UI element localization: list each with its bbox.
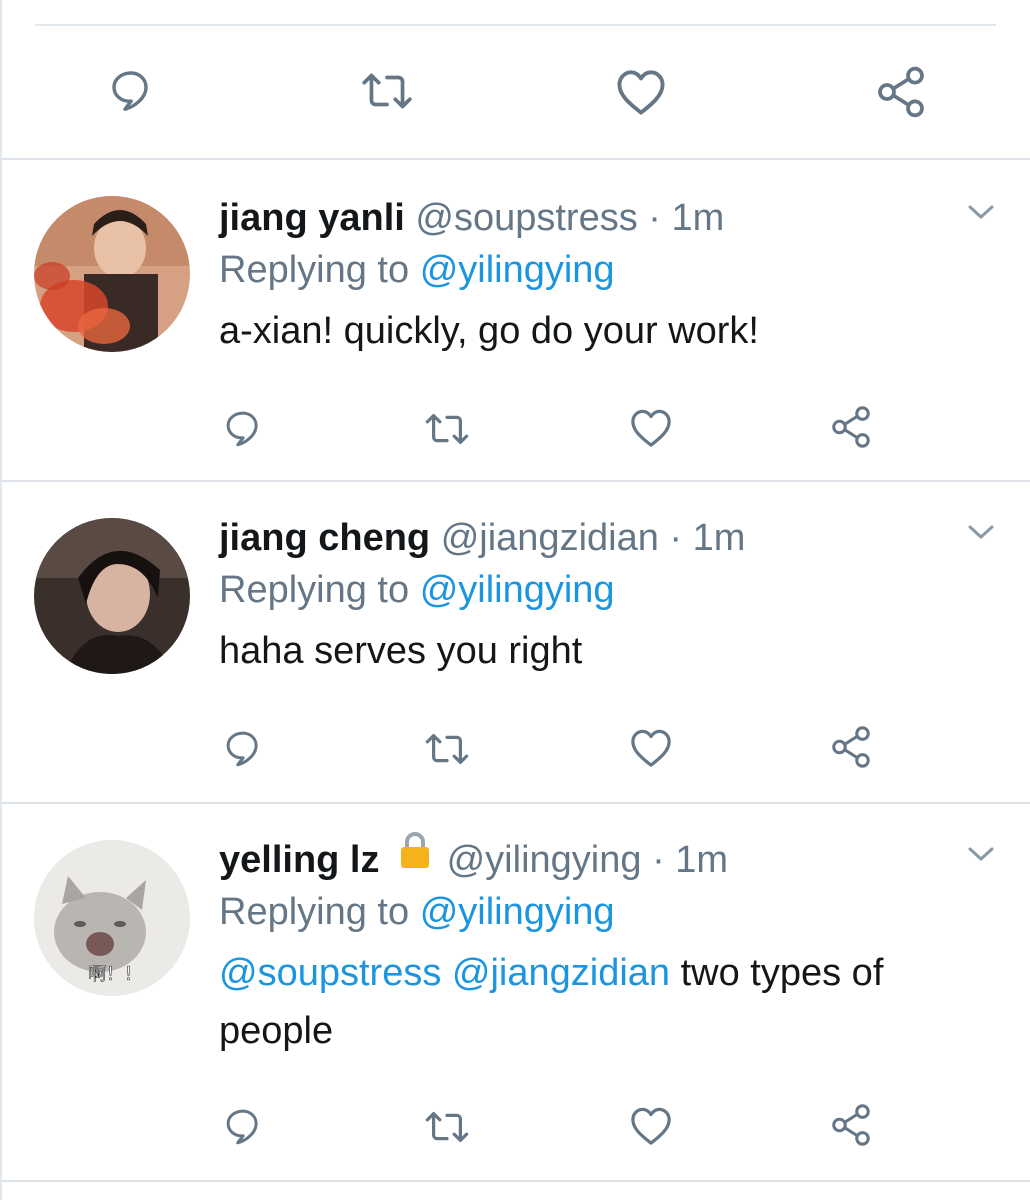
separator-dot: · <box>669 517 683 559</box>
replying-to: Replying to @yilingying <box>219 240 615 300</box>
like-icon[interactable] <box>613 66 669 116</box>
replying-to-mention[interactable]: @yilingying <box>420 249 615 291</box>
handle[interactable]: @soupstress <box>415 197 637 239</box>
timestamp[interactable]: 1m <box>672 197 725 239</box>
replying-to-mention[interactable]: @yilingying <box>420 891 615 933</box>
mention-link[interactable]: @soupstress <box>219 952 441 994</box>
like-icon[interactable] <box>628 406 674 448</box>
chevron-down-icon[interactable] <box>966 202 996 222</box>
replying-to-label: Replying to <box>219 569 410 611</box>
avatar[interactable] <box>34 518 190 674</box>
separator-dot: · <box>648 197 661 239</box>
mention-link[interactable]: @jiangzidian <box>452 952 670 994</box>
retweet-icon[interactable] <box>422 729 472 769</box>
reply-icon[interactable] <box>222 407 264 449</box>
tweet-item[interactable]: 啊！！ yelling lz @yilingying · 1m Replying… <box>0 830 1030 1180</box>
avatar-caption: 啊！！ <box>88 964 142 985</box>
like-icon[interactable] <box>628 1104 674 1146</box>
avatar[interactable]: 啊！！ <box>34 840 190 996</box>
tweet-header: yelling lz @yilingying · 1m <box>219 830 728 890</box>
avatar[interactable] <box>34 196 190 352</box>
replying-to: Replying to @yilingying <box>219 560 615 620</box>
reply-icon[interactable] <box>222 1105 264 1147</box>
replying-to-label: Replying to <box>219 249 410 291</box>
replying-to-label: Replying to <box>219 891 410 933</box>
handle[interactable]: @jiangzidian <box>441 517 659 559</box>
divider <box>0 480 1030 482</box>
tweet-header: jiang yanli @soupstress · 1m <box>219 188 724 248</box>
like-icon[interactable] <box>628 726 674 768</box>
share-icon[interactable] <box>828 404 874 450</box>
chevron-down-icon[interactable] <box>966 844 996 864</box>
chevron-down-icon[interactable] <box>966 522 996 542</box>
display-name[interactable]: jiang cheng <box>219 517 430 559</box>
reply-icon[interactable] <box>222 727 264 769</box>
display-name[interactable]: yelling lz <box>219 839 379 881</box>
share-icon[interactable] <box>828 724 874 770</box>
tweet-header: jiang cheng @jiangzidian · 1m <box>219 508 745 568</box>
replying-to-mention[interactable]: @yilingying <box>420 569 615 611</box>
divider <box>0 1180 1030 1182</box>
share-icon[interactable] <box>828 1102 874 1148</box>
reply-icon[interactable] <box>107 66 155 114</box>
tweet-text: @soupstress @jiangzidian two types of pe… <box>219 944 999 1060</box>
display-name[interactable]: jiang yanli <box>219 197 405 239</box>
replying-to: Replying to @yilingying <box>219 882 615 942</box>
tweet-text: haha serves you right <box>219 630 583 672</box>
tweet-item[interactable]: jiang yanli @soupstress · 1m Replying to… <box>0 188 1030 478</box>
retweet-icon[interactable] <box>422 409 472 449</box>
timestamp[interactable]: 1m <box>693 517 746 559</box>
separator-dot: · <box>652 839 665 881</box>
share-icon[interactable] <box>873 64 929 120</box>
tweet-text: a-xian! quickly, go do your work! <box>219 310 759 352</box>
lock-icon <box>398 828 432 888</box>
divider <box>0 158 1030 160</box>
retweet-icon[interactable] <box>358 68 416 114</box>
timestamp[interactable]: 1m <box>675 839 728 881</box>
retweet-icon[interactable] <box>422 1107 472 1147</box>
tweet-item[interactable]: jiang cheng @jiangzidian · 1m Replying t… <box>0 508 1030 800</box>
divider <box>0 802 1030 804</box>
previous-tweet-actions <box>0 26 1030 158</box>
handle[interactable]: @yilingying <box>447 839 642 881</box>
